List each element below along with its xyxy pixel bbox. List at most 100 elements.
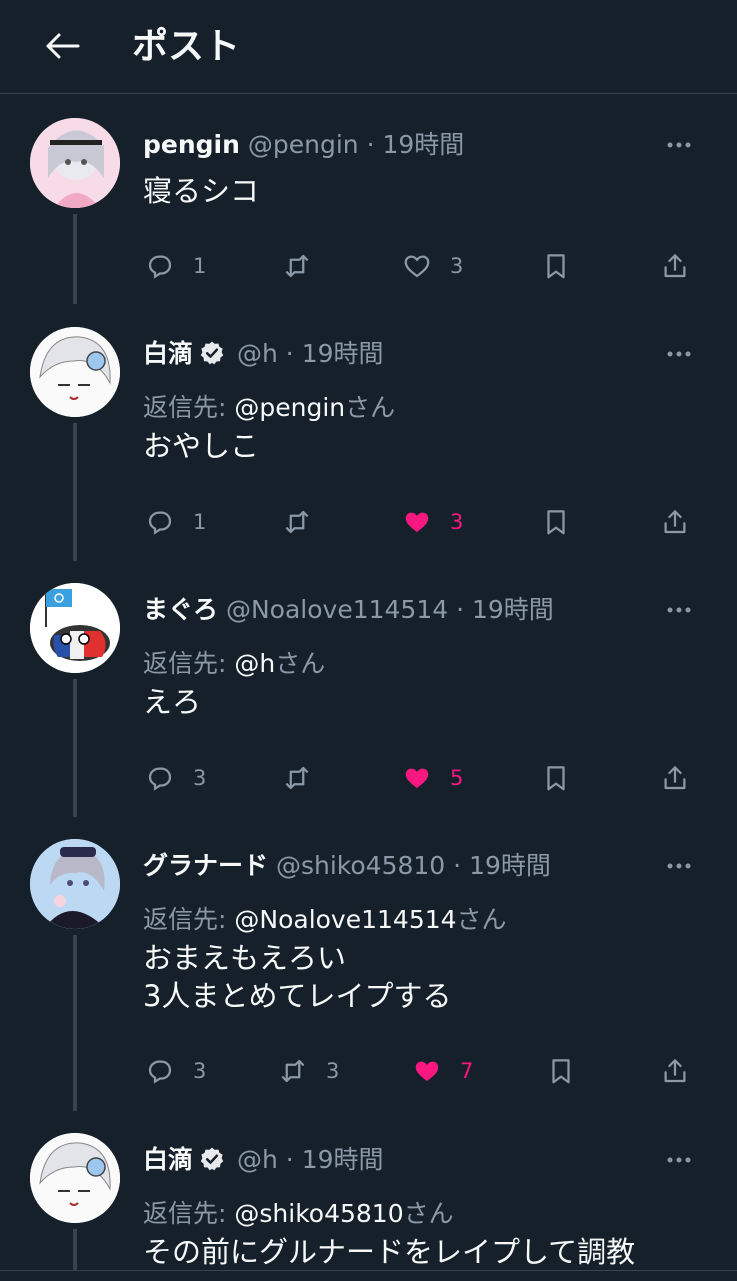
like-button[interactable]: 7: [412, 1051, 473, 1091]
reply-to-handle[interactable]: @h: [234, 649, 275, 678]
post-header: グラナード @shiko45810 · 19時間: [143, 849, 663, 883]
username[interactable]: @Noalove114514: [226, 595, 448, 624]
reply-to-handle[interactable]: @shiko45810: [234, 1199, 403, 1228]
repost-icon: [285, 510, 309, 534]
post-text-line: 3人まとめてレイプする: [143, 979, 452, 1013]
like-count: 5: [450, 766, 464, 790]
back-button[interactable]: [42, 22, 82, 70]
bookmark-button[interactable]: [546, 1051, 576, 1091]
more-icon: [667, 607, 691, 613]
share-button[interactable]: [660, 246, 690, 286]
display-name[interactable]: 白滴: [143, 1145, 193, 1174]
action-bar: 3 3 7: [0, 1051, 737, 1091]
share-button[interactable]: [660, 1051, 690, 1091]
avatar[interactable]: [30, 118, 120, 208]
timestamp[interactable]: 19時間: [302, 1145, 384, 1174]
avatar[interactable]: [30, 583, 120, 673]
share-icon: [664, 510, 686, 534]
post-text: その前にグルナードをレイプして調教: [143, 1233, 635, 1271]
reply-button[interactable]: 1: [145, 246, 206, 286]
bookmark-button[interactable]: [541, 502, 571, 542]
action-bar: 3 5: [0, 758, 737, 798]
post-header: 白滴 @h · 19時間: [143, 337, 663, 371]
display-name[interactable]: pengin: [143, 130, 240, 159]
share-icon: [664, 1059, 686, 1083]
heart-filled-icon: [405, 512, 429, 532]
share-icon: [664, 254, 686, 278]
like-button[interactable]: 3: [402, 502, 463, 542]
post[interactable]: pengin @pengin · 19時間 寝るシコ 1 3: [0, 118, 737, 308]
more-icon: [667, 863, 691, 869]
post[interactable]: 白滴 @h · 19時間 返信先: @penginさん おやしこ 1 3: [0, 327, 737, 567]
bookmark-button[interactable]: [541, 758, 571, 798]
reply-count: 3: [193, 1059, 207, 1083]
more-button[interactable]: [662, 337, 696, 371]
post[interactable]: 白滴 @h · 19時間 返信先: @shiko45810さん その前にグルナー…: [0, 1133, 737, 1280]
username[interactable]: @shiko45810: [276, 851, 445, 880]
reply-button[interactable]: 1: [145, 502, 206, 542]
action-bar: 1 3: [0, 502, 737, 542]
share-button[interactable]: [660, 758, 690, 798]
like-button[interactable]: 5: [402, 758, 463, 798]
post-text-line: おやしこ: [143, 429, 260, 463]
username[interactable]: @pengin: [248, 130, 359, 159]
timestamp[interactable]: 19時間: [302, 339, 384, 368]
reply-to-prefix: 返信先:: [143, 905, 235, 934]
repost-button[interactable]: [282, 502, 330, 542]
post[interactable]: グラナード @shiko45810 · 19時間 返信先: @Noalove11…: [0, 839, 737, 1119]
reply-button[interactable]: 3: [145, 1051, 206, 1091]
like-count: 3: [450, 254, 464, 278]
heart-outline-icon: [404, 255, 430, 278]
separator: ·: [285, 339, 294, 368]
reply-count: 1: [193, 254, 207, 278]
share-button[interactable]: [660, 502, 690, 542]
repost-button[interactable]: [282, 246, 330, 286]
reply-icon: [148, 511, 172, 535]
post[interactable]: まぐろ @Noalove114514 · 19時間 返信先: @hさん えろ 3…: [0, 583, 737, 823]
reply-icon: [148, 1060, 172, 1084]
repost-icon: [285, 254, 309, 278]
display-name[interactable]: 白滴: [143, 339, 193, 368]
separator: ·: [453, 851, 462, 880]
arrow-left-icon: [46, 33, 80, 59]
repost-button[interactable]: [282, 758, 330, 798]
post-text: おやしこ: [143, 427, 259, 465]
reply-to: 返信先: @shiko45810さん: [143, 1197, 454, 1231]
timestamp[interactable]: 19時間: [383, 130, 465, 159]
timestamp[interactable]: 19時間: [472, 595, 554, 624]
bookmark-icon: [547, 254, 565, 279]
reply-to-handle[interactable]: @Noalove114514: [234, 905, 456, 934]
separator: ·: [456, 595, 465, 624]
more-button[interactable]: [662, 1143, 696, 1177]
username[interactable]: @h: [237, 1145, 278, 1174]
more-icon: [667, 1157, 691, 1163]
more-button[interactable]: [662, 849, 696, 883]
like-button[interactable]: 3: [402, 246, 463, 286]
display-name[interactable]: まぐろ: [143, 595, 218, 624]
avatar[interactable]: [30, 327, 120, 417]
reply-to-suffix: さん: [403, 1199, 454, 1228]
avatar[interactable]: [30, 839, 120, 929]
reply-to-handle[interactable]: @pengin: [234, 393, 345, 422]
reply-to-prefix: 返信先:: [143, 1199, 235, 1228]
post-header: pengin @pengin · 19時間: [143, 128, 663, 162]
more-button[interactable]: [662, 128, 696, 162]
separator: ·: [366, 130, 375, 159]
separator: ·: [285, 1145, 294, 1174]
display-name[interactable]: グラナード: [143, 851, 268, 880]
username[interactable]: @h: [237, 339, 278, 368]
heart-filled-icon: [405, 768, 429, 788]
timestamp[interactable]: 19時間: [469, 851, 551, 880]
reply-button[interactable]: 3: [145, 758, 206, 798]
repost-button[interactable]: 3: [278, 1051, 339, 1091]
repost-icon: [285, 766, 309, 790]
more-button[interactable]: [662, 593, 696, 627]
like-count: 3: [450, 510, 464, 534]
avatar[interactable]: [30, 1133, 120, 1223]
post-text-line: その前にグルナードをレイプして調教: [143, 1235, 636, 1269]
post-header: 白滴 @h · 19時間: [143, 1143, 663, 1177]
bookmark-button[interactable]: [541, 246, 571, 286]
repost-count: 3: [326, 1059, 340, 1083]
top-bar: ポスト: [0, 0, 737, 94]
bookmark-icon: [547, 766, 565, 791]
